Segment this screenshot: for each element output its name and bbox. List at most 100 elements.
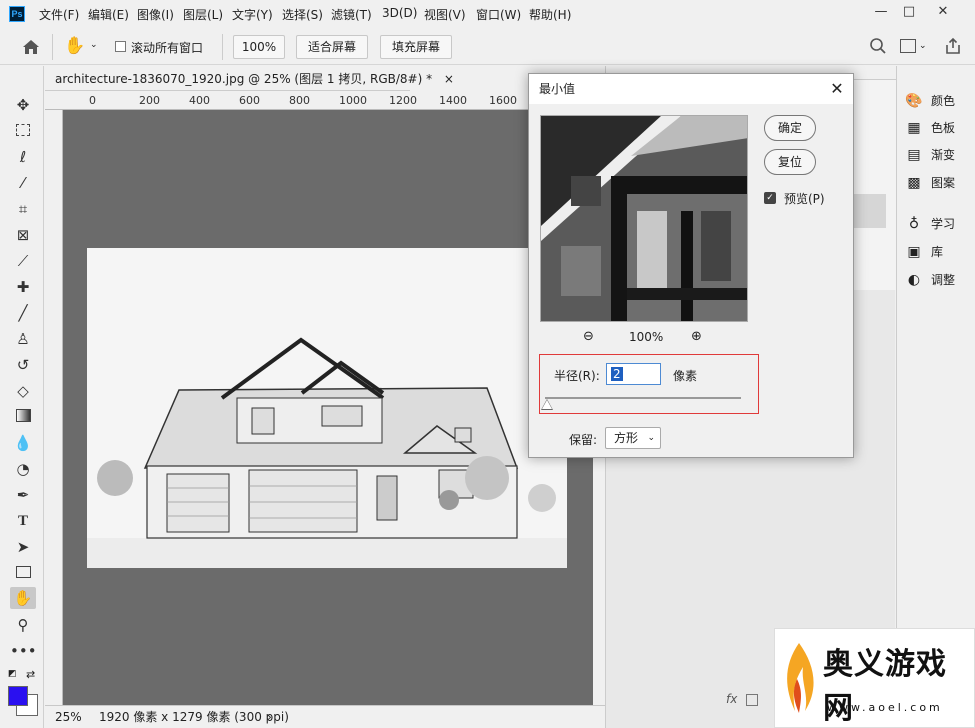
close-tab-icon[interactable]: × [444,72,454,86]
panel-adjustments[interactable]: ◐ 调整 [905,268,975,292]
path-select-icon[interactable]: ➤ [10,536,36,558]
ruler-horizontal: 0 200 400 600 800 1000 1200 1400 1600 [45,92,605,110]
status-bar: 25% 1920 像素 x 1279 像素 (300 ppi) › [45,705,605,728]
workspace-icon[interactable] [900,39,916,53]
fill-screen-button[interactable]: 填充屏幕 [380,35,452,59]
menu-help[interactable]: 帮助(H) [529,6,571,23]
menu-layer[interactable]: 图层(L) [183,6,223,23]
chevron-down-icon[interactable]: ⌄ [90,40,98,50]
filter-preview[interactable] [540,115,748,322]
fit-screen-button[interactable]: 适合屏幕 [296,35,368,59]
document-tab[interactable]: architecture-1836070_1920.jpg @ 25% (图层 … [45,67,454,91]
maximize-button[interactable]: □ [896,2,922,22]
menu-filter[interactable]: 滤镜(T) [331,6,372,23]
move-icon[interactable]: ✥ [10,94,36,116]
preview-zoom-bar: ⊖ 100% ⊕ [579,329,719,347]
panel-learn[interactable]: ♁ 学习 [905,212,975,236]
document-image[interactable] [87,248,567,568]
zoom-in-icon[interactable]: ⊕ [691,329,702,344]
close-window-button[interactable]: ✕ [930,2,956,22]
preserve-label: 保留: [569,433,598,447]
eraser-icon[interactable]: ◇ [10,380,36,402]
more-icon[interactable]: ••• [10,640,37,662]
ruler-label: 1000 [339,94,367,107]
menu-3d[interactable]: 3D(D) [382,6,417,20]
ruler-label: 1200 [389,94,417,107]
panel-color[interactable]: 🎨 颜色 [905,89,975,113]
radius-unit: 像素 [673,369,698,383]
panel-pattern[interactable]: ▩ 图案 [905,171,975,195]
hand-tool-icon[interactable]: ✋ [64,36,85,56]
home-icon[interactable] [20,37,42,57]
minimize-button[interactable]: — [868,2,894,22]
pen-icon[interactable]: ✒ [10,484,36,506]
ok-button[interactable]: 确定 [764,115,816,141]
hand-icon[interactable]: ✋ [10,587,36,609]
reset-button[interactable]: 复位 [764,149,816,175]
gradient-icon[interactable] [10,406,36,428]
menu-bar: Ps 文件(F) 编辑(E) 图像(I) 图层(L) 文字(Y) 选择(S) 滤… [0,0,975,28]
preserve-select[interactable]: 方形 ⌄ [605,427,661,449]
menu-select[interactable]: 选择(S) [282,6,323,23]
lasso-icon[interactable]: ℓ [10,146,36,168]
panel-library[interactable]: ▣ 库 [905,240,975,264]
rectangle-icon[interactable] [10,562,36,584]
dialog-title: 最小值 [529,74,853,104]
swap-colors-icon[interactable]: ⇄ [26,668,35,681]
panel-gradient[interactable]: ▤ 渐变 [905,143,975,167]
healing-icon[interactable]: ✚ [10,276,36,298]
menu-image[interactable]: 图像(I) [137,6,174,23]
ruler-label: 800 [289,94,310,107]
gradient-panel-icon: ▤ [907,147,921,163]
menu-type[interactable]: 文字(Y) [232,6,273,23]
menu-window[interactable]: 窗口(W) [476,6,521,23]
marquee-icon[interactable] [10,120,36,142]
crop-icon[interactable]: ⌗ [10,198,36,220]
menu-file[interactable]: 文件(F) [39,6,79,23]
frame-icon[interactable]: ⊠ [10,224,36,246]
foreground-color-swatch[interactable] [8,686,28,706]
options-bar: ✋ ⌄ 滚动所有窗口 100% 适合屏幕 填充屏幕 ⌄ [0,29,975,65]
stamp-icon[interactable]: ♙ [10,328,36,350]
radius-slider-thumb-fill[interactable] [542,400,552,409]
history-brush-icon[interactable]: ↺ [10,354,36,376]
divider [52,34,53,60]
zoom-100-button[interactable]: 100% [233,35,285,59]
scroll-all-checkbox[interactable] [115,41,126,52]
divider [222,34,223,60]
eyedropper-icon[interactable]: ⟋ [10,250,36,272]
dialog-close-icon[interactable]: ✕ [825,77,849,101]
blur-icon[interactable]: 💧 [10,432,36,454]
scroll-all-label: 滚动所有窗口 [131,41,204,55]
preview-checkbox[interactable]: ✓ [764,192,776,204]
default-colors-icon[interactable]: ◩ [8,669,17,679]
status-zoom[interactable]: 25% [55,706,82,728]
type-icon[interactable]: T [10,510,36,532]
ruler-label: 400 [189,94,210,107]
menu-edit[interactable]: 编辑(E) [88,6,129,23]
ruler-vertical [45,110,63,705]
panel-swatches[interactable]: ▦ 色板 [905,116,975,140]
library-icon: ▣ [907,244,921,260]
zoom-out-icon[interactable]: ⊖ [583,329,594,344]
mask-icon[interactable] [746,694,758,706]
fx-icon[interactable]: fx [726,692,737,706]
share-icon[interactable] [943,36,963,56]
menu-view[interactable]: 视图(V) [424,6,466,23]
preview-zoom-value: 100% [629,330,664,344]
document-title: architecture-1836070_1920.jpg @ 25% (图层 … [55,72,433,86]
status-arrow-icon[interactable]: › [267,706,272,728]
radius-input[interactable]: 2 [606,363,661,385]
dodge-icon[interactable]: ◔ [10,458,36,480]
radius-slider-track[interactable] [545,397,741,399]
chevron-down-icon[interactable]: ⌄ [919,41,927,51]
brush-icon[interactable]: ╱ [10,302,36,324]
zoom-icon[interactable]: ⚲ [10,614,36,636]
watermark: 奥义游戏网 www.aoel.com [774,628,975,728]
photoshop-logo: Ps [9,6,25,22]
ruler-label: 1600 [489,94,517,107]
search-icon[interactable] [869,37,887,55]
magic-wand-icon[interactable]: ⁄ [10,172,36,194]
palette-icon: 🎨 [905,93,923,109]
layer-selected[interactable] [854,194,886,228]
